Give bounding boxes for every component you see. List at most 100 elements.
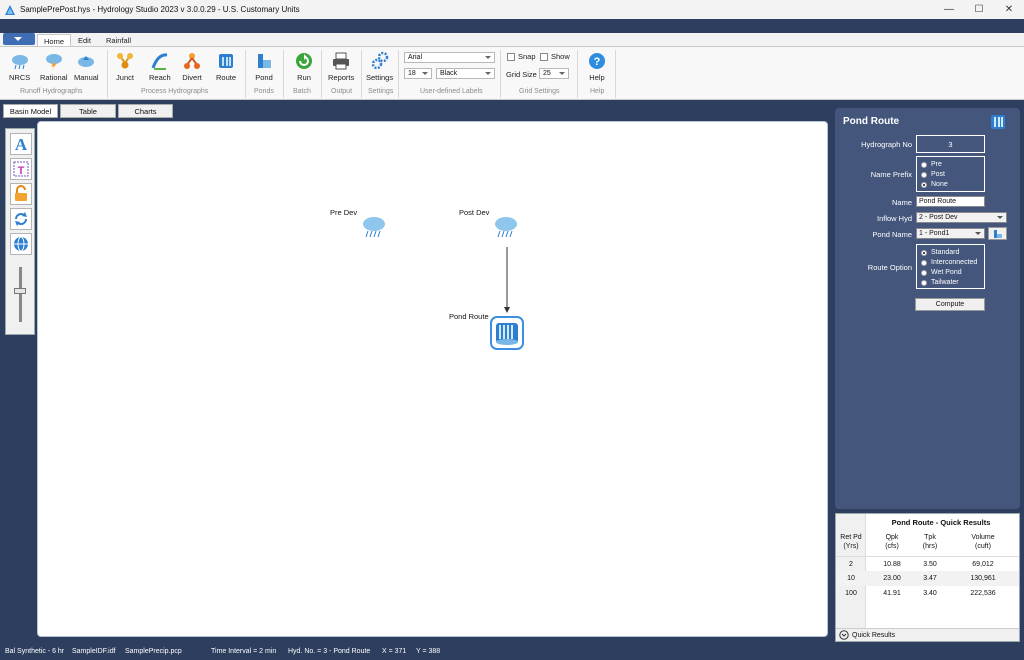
route-tailwater-radio[interactable]: Tailwater (921, 279, 959, 286)
close-button[interactable]: ✕ (994, 0, 1024, 19)
zoom-slider-track[interactable] (19, 267, 22, 322)
refresh-tool[interactable] (10, 208, 32, 230)
storm-cloud-icon (45, 54, 62, 70)
help-button[interactable]: ? Help (587, 51, 607, 87)
snap-checkbox[interactable] (507, 53, 515, 61)
pond-route-icon (991, 115, 1005, 129)
nrcs-button[interactable]: NRCS (9, 51, 30, 87)
lock-tool[interactable] (10, 183, 32, 205)
unlock-icon (15, 185, 27, 201)
basin-model-canvas[interactable]: Pre Dev Post Dev Pond Route (37, 121, 828, 637)
cloud-upload-icon (78, 56, 95, 67)
refresh-icon (15, 212, 27, 226)
table-row: 100 41.91 3.40 222,536 (845, 590, 996, 597)
color-select[interactable]: Black (436, 68, 495, 79)
svg-text:T: T (18, 165, 25, 177)
printer-icon (333, 52, 350, 70)
junct-button[interactable]: Junct (115, 51, 135, 87)
panel-title: Pond Route (843, 116, 900, 127)
name-label: Name (891, 198, 912, 207)
chevron-down-icon (485, 56, 491, 59)
route-option-label: Route Option (867, 263, 912, 272)
junction-icon (117, 53, 133, 69)
route-standard-radio[interactable]: Standard (921, 249, 959, 256)
globe-icon (14, 236, 28, 252)
prefix-post-radio[interactable]: Post (921, 171, 945, 178)
pond-edit-button[interactable] (988, 227, 1007, 240)
grid-size-select[interactable]: 25 (539, 68, 569, 79)
toolbox: A T (5, 128, 35, 335)
group-help: Help (590, 88, 605, 95)
route-interconnected-radio[interactable]: Interconnected (921, 259, 977, 266)
chevron-down-icon (422, 72, 428, 75)
show-grid-checkbox[interactable] (540, 53, 548, 61)
minimize-button[interactable]: — (934, 0, 964, 19)
globe-tool[interactable] (10, 233, 32, 255)
status-idf: SampleIDF.idf (72, 648, 116, 655)
inflow-hyd-select[interactable]: 2 - Post Dev (916, 212, 1007, 223)
group-labels: User-defined Labels (420, 88, 483, 95)
reach-icon (151, 53, 168, 70)
inflow-hyd-label: Inflow Hyd (876, 214, 912, 223)
reports-button[interactable]: Reports (328, 51, 354, 87)
chevron-down-icon (485, 72, 491, 75)
text-box-icon: T (13, 161, 29, 177)
run-button[interactable]: Run (294, 51, 314, 87)
pond-icon (258, 54, 271, 68)
chevron-circle-down-icon (839, 630, 849, 640)
group-ponds: Ponds (254, 88, 274, 95)
chevron-down-icon (997, 216, 1003, 219)
file-menu-button[interactable] (3, 33, 35, 45)
manual-button[interactable]: Manual (74, 51, 99, 87)
pond-route-icon (219, 54, 233, 68)
zoom-slider-thumb[interactable] (14, 288, 26, 294)
quick-results-toggle[interactable]: Quick Results (836, 628, 1019, 641)
rational-button[interactable]: Rational (40, 51, 68, 87)
pre-dev-rain-cloud-icon[interactable] (361, 214, 387, 240)
group-runoff: Runoff Hydrographs (20, 88, 83, 95)
pond-route-node-icon[interactable] (490, 316, 524, 350)
text-label-tool[interactable]: A (10, 133, 32, 155)
grid-size-label: Grid Size (506, 70, 537, 79)
text-box-tool[interactable]: T (10, 158, 32, 180)
gears-icon (371, 51, 388, 70)
diversion-icon (184, 53, 200, 69)
col-volume: Volume (cuft) (971, 534, 995, 550)
group-process: Process Hydrographs (141, 88, 209, 95)
status-y: Y = 388 (416, 648, 441, 655)
hydrograph-no-field[interactable]: 3 (916, 135, 985, 153)
tab-table[interactable]: Table (60, 104, 116, 118)
reach-button[interactable]: Reach (149, 51, 171, 87)
post-dev-rain-cloud-icon[interactable] (493, 214, 519, 240)
name-prefix-label: Name Prefix (870, 170, 912, 179)
status-precip: SamplePrecip.pcp (125, 648, 182, 655)
route-option-group: Standard Interconnected Wet Pond Tailwat… (916, 244, 985, 289)
prefix-pre-radio[interactable]: Pre (921, 161, 942, 168)
route-wet-pond-radio[interactable]: Wet Pond (921, 269, 962, 276)
settings-button[interactable]: Settings (366, 51, 393, 87)
rain-cloud-icon (11, 55, 28, 70)
status-bar: Bal Synthetic - 6 hr SampleIDF.idf Sampl… (0, 645, 1024, 660)
font-select[interactable]: Arial (404, 52, 495, 63)
ribbon: NRCS Rational Manual Runoff Hydrographs … (0, 46, 1024, 100)
route-button[interactable]: Route (216, 51, 236, 87)
font-size-select[interactable]: 18 (404, 68, 432, 79)
app-logo-icon (5, 4, 15, 15)
quick-results-title: Pond Route - Quick Results (891, 518, 991, 527)
name-input[interactable]: Pond Route (916, 196, 985, 207)
status-hyd: Hyd. No. = 3 - Pond Route (288, 648, 371, 655)
group-settings: Settings (368, 88, 394, 95)
divert-button[interactable]: Divert (182, 51, 202, 87)
pond-button[interactable]: Pond (254, 51, 274, 87)
help-icon: ? (589, 53, 605, 69)
prefix-none-radio[interactable]: None (921, 181, 948, 188)
name-prefix-group: Pre Post None (916, 156, 985, 192)
status-x: X = 371 (382, 648, 407, 655)
maximize-button[interactable]: ☐ (964, 0, 994, 19)
tab-charts[interactable]: Charts (118, 104, 173, 118)
tab-basin-model[interactable]: Basin Model (3, 104, 58, 118)
col-qpk: Qpk (cfs) (885, 534, 899, 550)
pond-name-select[interactable]: 1 - Pond1 (916, 228, 985, 239)
compute-button[interactable]: Compute (915, 298, 985, 311)
chevron-down-icon (559, 72, 565, 75)
